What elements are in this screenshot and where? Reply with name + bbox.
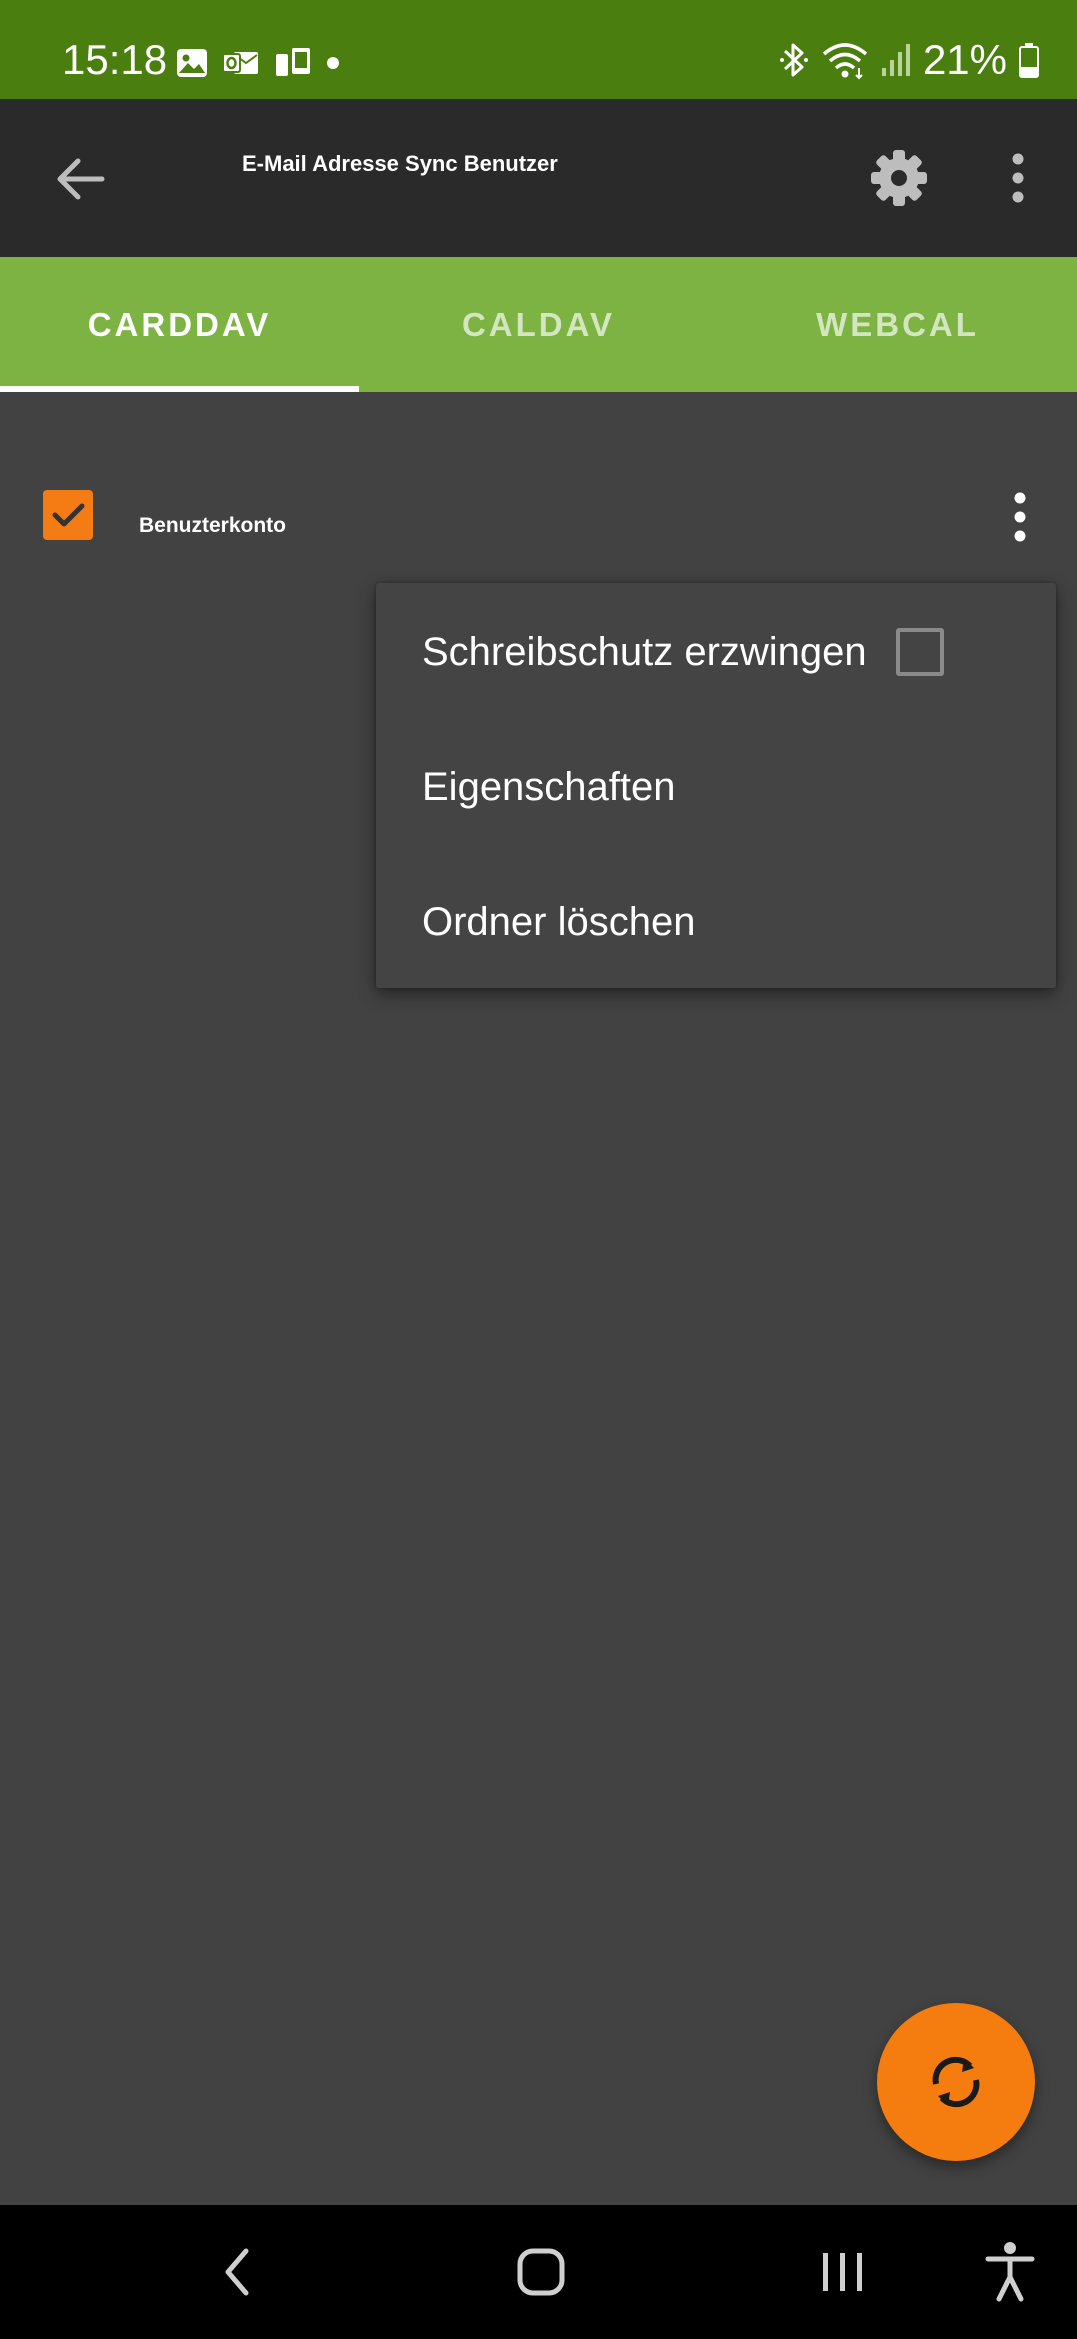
overflow-menu-icon[interactable] xyxy=(1001,151,1035,205)
nav-recents-icon[interactable] xyxy=(820,2247,866,2297)
tab-bar: CARDDAV CALDAV WEBCAL xyxy=(0,257,1077,392)
back-arrow-icon[interactable] xyxy=(50,149,110,209)
tab-webcal[interactable]: WEBCAL xyxy=(718,257,1077,392)
tab-carddav[interactable]: CARDDAV xyxy=(0,257,359,392)
battery-percentage: 21% xyxy=(922,36,1007,83)
read-only-checkbox[interactable] xyxy=(896,628,944,676)
dot-icon xyxy=(327,57,339,69)
nav-home-icon[interactable] xyxy=(516,2247,566,2297)
menu-item-delete-folder[interactable]: Ordner löschen xyxy=(422,900,695,945)
phone-transfer-icon xyxy=(276,48,310,76)
tab-indicator xyxy=(0,386,359,392)
checkmark-icon xyxy=(52,503,85,527)
navigation-bar xyxy=(0,2205,1077,2339)
wifi-icon xyxy=(822,43,868,80)
gallery-icon xyxy=(177,49,207,77)
app-bar: E-Mail Adresse Sync Benutzer xyxy=(0,99,1077,257)
sync-button[interactable] xyxy=(877,2003,1035,2161)
tab-caldav[interactable]: CALDAV xyxy=(359,257,718,392)
collection-checkbox[interactable] xyxy=(43,490,93,540)
nav-back-icon[interactable] xyxy=(222,2247,252,2297)
gear-icon[interactable] xyxy=(869,148,929,208)
menu-item-properties[interactable]: Eigenschaften xyxy=(422,765,676,810)
item-overflow-icon[interactable] xyxy=(1003,490,1037,544)
system-icons: 21% xyxy=(779,36,1039,84)
list-item[interactable]: Benuzterkonto xyxy=(0,460,1077,570)
status-bar: 15:18 21% xyxy=(0,0,1077,99)
bluetooth-icon xyxy=(779,43,808,77)
menu-item-read-only[interactable]: Schreibschutz erzwingen xyxy=(422,630,867,675)
list-item-label: Benuzterkonto xyxy=(139,514,286,537)
signal-icon xyxy=(881,44,910,76)
sync-icon xyxy=(932,2056,980,2108)
status-time: 15:18 xyxy=(62,36,168,83)
accessibility-icon[interactable] xyxy=(985,2241,1035,2303)
popup-menu: Schreibschutz erzwingen Eigenschaften Or… xyxy=(376,583,1056,988)
outlook-icon xyxy=(222,52,258,74)
battery-icon xyxy=(1019,43,1039,78)
page-title: E-Mail Adresse Sync Benutzer xyxy=(242,151,558,176)
notification-icons xyxy=(176,46,340,80)
